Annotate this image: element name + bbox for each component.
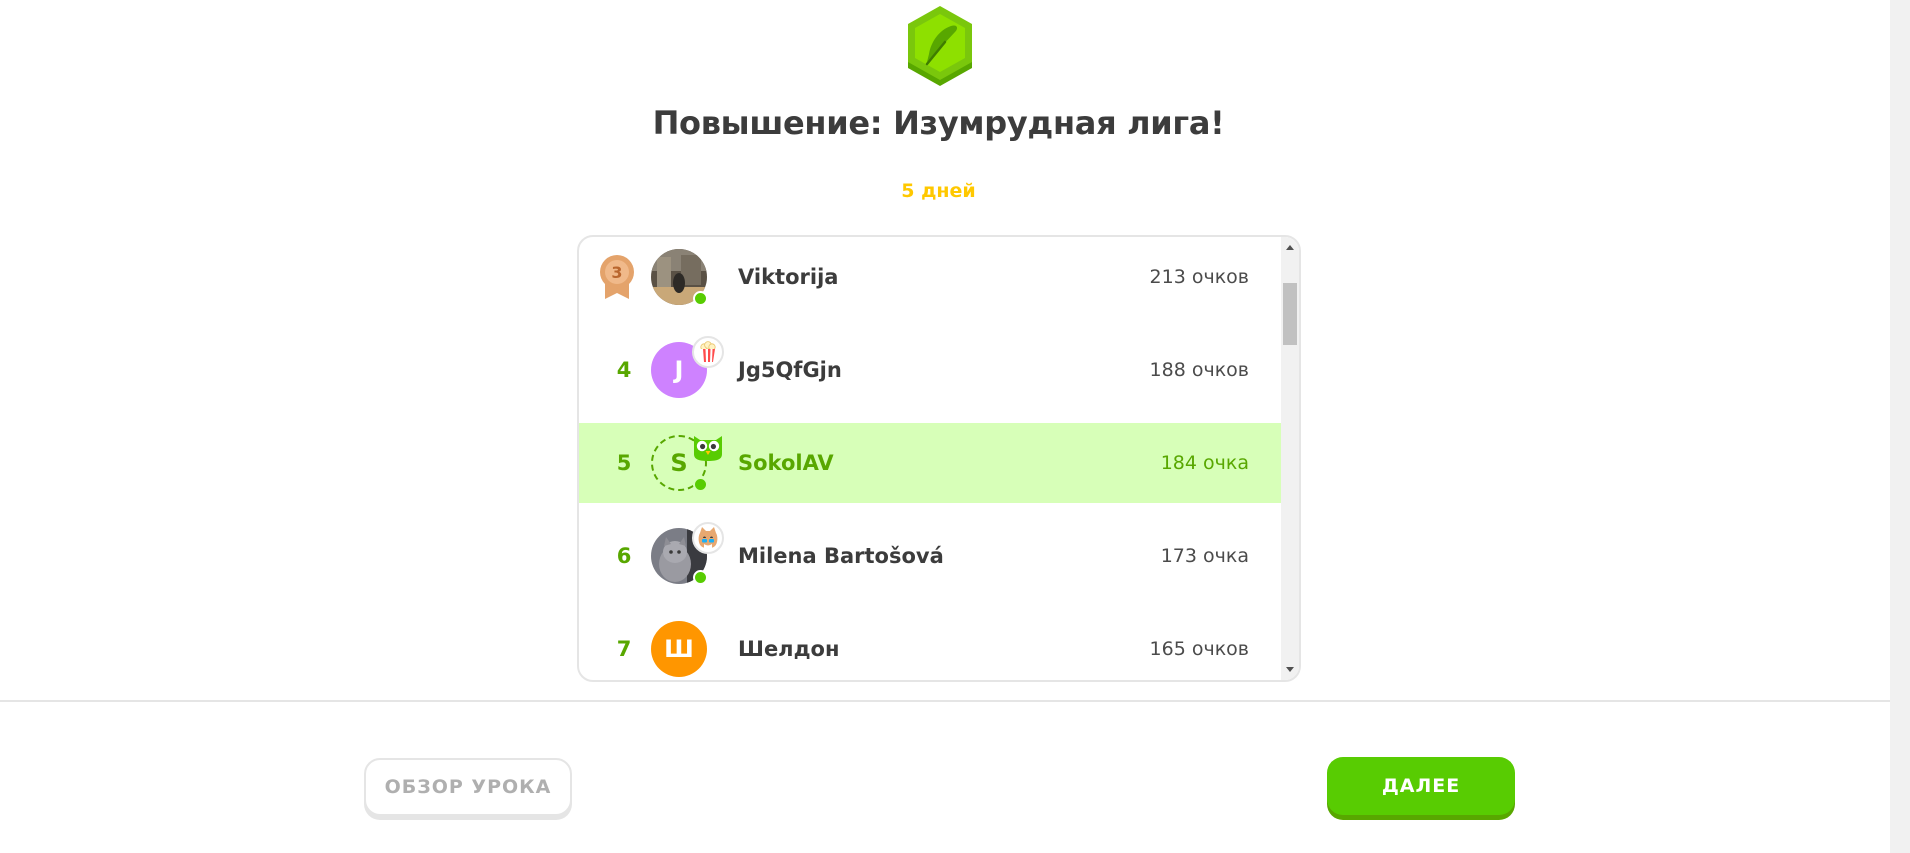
rank-number: 4 — [616, 358, 632, 382]
leaderboard-row[interactable]: 3 Viktorija 213 очков — [579, 237, 1283, 317]
leaderboard-scrollbar[interactable] — [1281, 237, 1299, 680]
user-points: 213 очков — [1149, 266, 1249, 288]
user-name[interactable]: Шелдон — [738, 637, 839, 661]
cat-icon — [692, 522, 724, 554]
avatar-letter: S — [670, 449, 688, 477]
rank-number: 7 — [616, 637, 632, 661]
leaderboard-row[interactable]: 6 Milena Bartošová 173 очка — [579, 516, 1283, 596]
user-name[interactable]: Jg5QfGjn — [738, 358, 842, 382]
online-indicator — [693, 291, 708, 306]
user-points: 184 очка — [1160, 452, 1249, 474]
user-name[interactable]: SokolAV — [738, 451, 834, 475]
avatar-letter: J — [674, 356, 684, 384]
user-name[interactable]: Viktorija — [738, 265, 838, 289]
online-indicator — [693, 477, 708, 492]
leaderboard-row-current-user[interactable]: 5 S SokolAV 184 очка — [579, 423, 1283, 503]
lesson-review-button[interactable]: ОБЗОР УРОКА — [364, 758, 572, 816]
leaderboard-row[interactable]: 4 J Jg5QfGjn 188 очков — [579, 330, 1283, 410]
scrollbar-thumb[interactable] — [1283, 283, 1297, 345]
medal-rank: 3 — [611, 263, 622, 282]
page-scrollbar[interactable] — [1890, 0, 1910, 853]
user-points: 188 очков — [1149, 359, 1249, 381]
rank-number: 6 — [616, 544, 632, 568]
footer-divider — [0, 700, 1890, 702]
avatar-letter: Ш — [664, 635, 694, 663]
continue-button[interactable]: ДАЛЕЕ — [1327, 757, 1515, 815]
feather-icon — [908, 6, 972, 86]
user-name[interactable]: Milena Bartošová — [738, 544, 944, 568]
scroll-up-arrow-icon[interactable] — [1286, 245, 1294, 250]
bronze-medal-icon: 3 — [600, 255, 634, 299]
duo-owl-icon — [694, 436, 722, 461]
promotion-title: Повышение: Изумрудная лига! — [652, 104, 1225, 142]
avatar[interactable]: Ш — [651, 621, 707, 677]
popcorn-icon — [692, 336, 724, 368]
rank-number: 5 — [616, 451, 632, 475]
leaderboard: 3 Viktorija 213 очков 4 J Jg5QfGjn 188 о… — [577, 235, 1301, 682]
online-indicator — [693, 570, 708, 585]
scroll-down-arrow-icon[interactable] — [1286, 667, 1294, 672]
days-remaining: 5 дней — [901, 180, 976, 202]
leaderboard-row[interactable]: 7 Ш Шелдон 165 очков — [579, 609, 1283, 680]
user-points: 173 очка — [1160, 545, 1249, 567]
user-points: 165 очков — [1149, 638, 1249, 660]
